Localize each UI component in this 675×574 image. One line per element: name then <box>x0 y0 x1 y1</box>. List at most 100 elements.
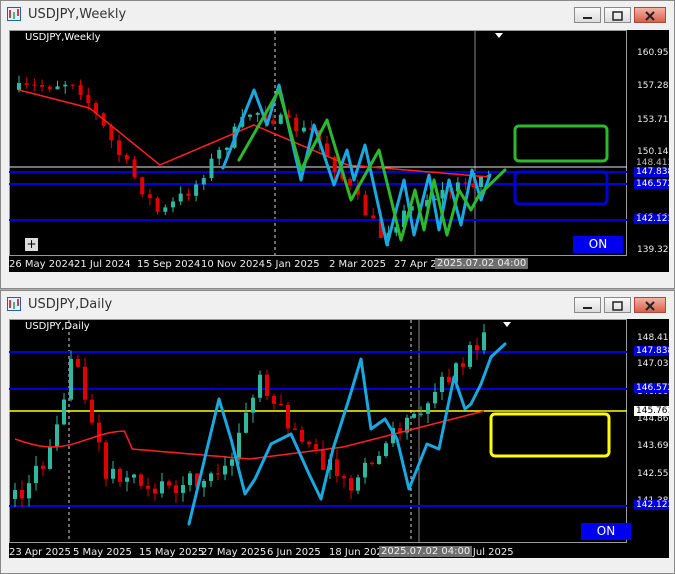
bearish-candle <box>174 485 178 493</box>
target-zone-yellow-rect <box>489 412 611 458</box>
bearish-candle <box>272 395 276 404</box>
on-toggle-button[interactable]: ON <box>573 236 623 253</box>
bearish-candle <box>186 193 191 196</box>
bullish-candle <box>356 477 360 491</box>
bullish-candle <box>69 358 73 400</box>
bullish-candle <box>27 483 31 499</box>
bearish-candle <box>47 86 52 90</box>
bearish-candle <box>342 476 346 479</box>
bearish-candle <box>83 366 87 400</box>
bearish-candle <box>370 462 374 465</box>
maximize-button[interactable] <box>604 297 631 313</box>
bearish-candle <box>363 194 368 216</box>
crosshair-time-label: 2025.07.02 04:00 <box>435 258 529 269</box>
bullish-candle <box>194 184 199 196</box>
maximize-icon <box>612 301 623 311</box>
bearish-candle <box>475 345 479 351</box>
price-tick-label: 143.690 <box>637 441 669 451</box>
weekly-chart-canvas <box>9 30 669 256</box>
bearish-candle <box>279 403 283 405</box>
price-tick-label: 139.325 <box>637 245 669 255</box>
level-price-tag: 147.838 <box>634 346 669 356</box>
crosshair-time-label: 2025.07.02 04:00 <box>379 546 473 557</box>
bullish-candle <box>278 114 283 124</box>
on-toggle-button[interactable]: ON <box>581 523 631 540</box>
weekly-time-axis: 26 May 2024 21 Jul 2024 15 Sep 2024 10 Nov … <box>9 256 669 272</box>
bearish-candle <box>41 465 45 469</box>
time-axis-label: 27 May 2025 <box>201 547 267 558</box>
bearish-candle <box>307 441 311 445</box>
bullish-candle <box>230 459 234 466</box>
close-button[interactable] <box>634 297 666 313</box>
bearish-candle <box>146 485 150 489</box>
weekly-price-chart[interactable]: USDJPY,Weekly 160.955 157.280 153.710 150.14… <box>9 30 669 272</box>
bullish-candle <box>63 84 68 87</box>
bullish-candle <box>178 193 183 202</box>
daily-chart-window[interactable]: USDJPY,Daily USDJPY,Daily 148.413 147.030 1… <box>0 290 675 574</box>
time-axis-label: 5 Jan 2025 <box>266 259 320 270</box>
bearish-candle <box>155 197 160 212</box>
window-title: USDJPY,Daily <box>28 297 113 312</box>
level-price-tag: 146.572 <box>634 179 669 189</box>
minimize-icon <box>583 307 592 309</box>
daily-price-chart[interactable]: USDJPY,Daily148.413147.030146.000144.860… <box>9 319 669 558</box>
bullish-candle <box>440 376 444 393</box>
bullish-candle <box>433 392 437 404</box>
time-axis-label: 10 Nov 2024 <box>201 259 266 270</box>
bearish-candle <box>265 374 269 396</box>
time-axis-label: 26 May 2024 <box>9 259 75 270</box>
weekly-chart-window[interactable]: USDJPY,Weekly USDJPY,Weekly 160.955 157.28… <box>0 0 675 289</box>
price-tick-label: 147.030 <box>637 359 669 369</box>
price-tick-label: 142.550 <box>637 469 669 479</box>
bullish-candle <box>55 86 60 90</box>
bearish-candle <box>124 154 129 160</box>
bullish-candle <box>171 201 175 208</box>
minimize-icon <box>583 17 592 19</box>
bullish-candle <box>237 432 241 460</box>
bearish-candle <box>104 442 108 479</box>
bullish-candle <box>363 462 367 478</box>
bullish-candle <box>111 468 115 479</box>
maximize-button[interactable] <box>604 7 631 23</box>
minimize-button[interactable] <box>574 7 601 23</box>
time-axis-label: 5 May 2025 <box>73 547 132 558</box>
bearish-candle <box>118 468 122 482</box>
shift-marker-icon <box>503 322 511 327</box>
bearish-candle <box>153 488 157 494</box>
bullish-candle <box>13 490 17 499</box>
bullish-candle <box>188 473 192 486</box>
bearish-candle <box>76 358 80 367</box>
bullish-candle <box>132 474 136 478</box>
chart-window-icon <box>7 7 21 21</box>
bullish-candle <box>412 413 416 418</box>
bearish-candle <box>132 159 137 178</box>
bullish-candle <box>482 332 486 351</box>
bullish-candle <box>48 446 52 469</box>
bearish-candle <box>271 120 276 124</box>
bearish-candle <box>117 140 122 155</box>
bearish-candle <box>314 444 318 450</box>
bullish-candle <box>202 481 206 488</box>
bearish-candle <box>216 473 220 475</box>
close-icon <box>645 11 655 21</box>
bullish-candle <box>209 158 214 179</box>
chart-window-icon <box>7 297 21 311</box>
zoom-plus-icon[interactable]: + <box>25 238 38 251</box>
daily-title-bar[interactable]: USDJPY,Daily <box>1 291 674 319</box>
level-price-tag: 145.761 <box>634 406 669 416</box>
bullish-candle <box>17 83 21 90</box>
maximize-icon <box>612 11 623 21</box>
price-tick-label: 150.140 <box>637 147 669 157</box>
price-tick-label: 153.710 <box>637 115 669 125</box>
bearish-candle <box>20 490 24 499</box>
bullish-candle <box>62 399 66 425</box>
bullish-candle <box>55 424 59 447</box>
weekly-title-bar[interactable]: USDJPY,Weekly <box>1 1 674 29</box>
shift-marker-icon <box>495 33 503 38</box>
bullish-candle <box>377 455 381 465</box>
bearish-candle <box>349 478 353 491</box>
minimize-button[interactable] <box>574 297 601 313</box>
bullish-candle <box>34 465 38 484</box>
close-button[interactable] <box>634 7 666 23</box>
bearish-candle <box>147 194 152 198</box>
